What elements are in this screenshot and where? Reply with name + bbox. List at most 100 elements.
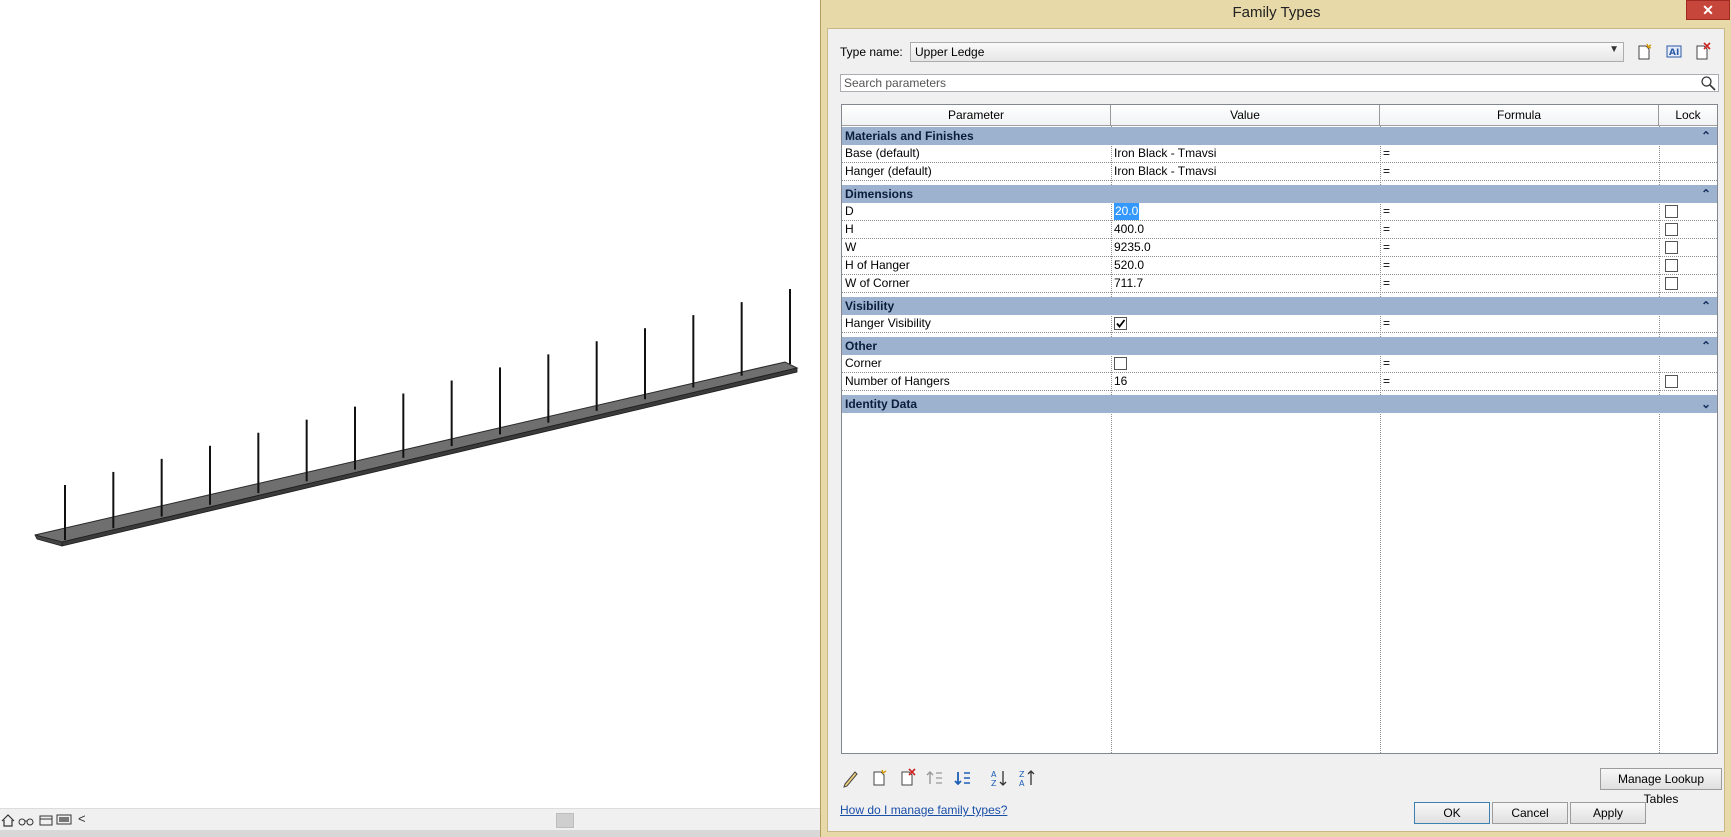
param-value[interactable]: 16 [1114,373,1127,390]
param-value[interactable]: 711.7 [1114,275,1143,292]
table-row[interactable]: Corner = [842,355,1717,373]
param-formula[interactable]: = [1383,315,1390,332]
checkmark-icon [1116,319,1126,328]
type-name-value: Upper Ledge [915,45,985,59]
group-visibility[interactable]: Visibility ⌃ [842,297,1717,315]
cancel-button[interactable]: Cancel [1492,802,1568,824]
help-link[interactable]: How do I manage family types? [840,803,1007,817]
param-formula[interactable]: = [1383,257,1390,274]
view-control-bar: < [0,808,820,830]
param-name: Hanger Visibility [845,316,931,330]
param-name: Corner [845,356,882,370]
param-name: Number of Hangers [845,374,950,388]
param-name: H of Hanger [845,258,910,272]
manage-lookup-tables-button[interactable]: Manage Lookup Tables [1600,768,1722,806]
group-dimensions[interactable]: Dimensions ⌃ [842,185,1717,203]
param-formula[interactable]: = [1383,239,1390,256]
table-row[interactable]: Hanger (default) Iron Black - Tmavsi = [842,163,1717,181]
sort-ascending-icon[interactable]: AZ [988,767,1010,789]
param-value[interactable]: Iron Black - Tmavsi [1114,163,1216,180]
apply-button[interactable]: Apply [1570,802,1646,824]
param-formula[interactable]: = [1383,355,1390,372]
param-formula[interactable]: = [1383,203,1390,220]
param-name: W of Corner [845,276,910,290]
close-button[interactable]: ✕ [1686,0,1730,20]
collapse-icon[interactable]: ⌃ [1701,127,1711,145]
move-down-icon[interactable] [952,767,974,789]
lock-checkbox[interactable] [1665,277,1678,290]
dialog-titlebar[interactable]: Family Types ✕ [821,0,1731,26]
svg-text:A: A [991,770,997,779]
binoculars-icon[interactable] [18,813,34,827]
lock-checkbox[interactable] [1665,259,1678,272]
dialog-title: Family Types [1232,4,1321,21]
param-value[interactable]: 520.0 [1114,257,1144,274]
table-row[interactable]: W of Corner 711.7 = [842,275,1717,293]
param-formula[interactable]: = [1383,163,1390,180]
table-row[interactable]: Base (default) Iron Black - Tmavsi = [842,145,1717,163]
delete-parameter-icon[interactable] [896,767,918,789]
param-value-input[interactable]: 20.0 [1114,203,1140,220]
param-formula[interactable]: = [1383,373,1390,390]
hanger-visibility-checkbox[interactable] [1114,317,1127,330]
param-formula[interactable]: = [1383,221,1390,238]
new-parameter-icon[interactable] [868,767,890,789]
type-name-dropdown[interactable]: Upper Ledge ▼ [910,42,1624,62]
scroll-left-arrow[interactable]: < [78,812,86,826]
house-icon[interactable] [0,813,16,827]
delete-type-icon[interactable] [1691,42,1713,62]
column-header-parameter[interactable]: Parameter [842,105,1111,126]
sort-descending-icon[interactable]: ZA [1016,767,1038,789]
ok-button[interactable]: OK [1414,802,1490,824]
dialog-body: Type name: Upper Ledge ▼ AI Search param… [827,28,1725,832]
param-value[interactable]: Iron Black - Tmavsi [1114,145,1216,162]
group-label: Dimensions [845,187,914,201]
table-row[interactable]: H 400.0 = [842,221,1717,239]
search-parameters-input[interactable]: Search parameters [840,74,1719,92]
group-label: Identity Data [845,397,918,411]
param-formula[interactable]: = [1383,145,1390,162]
table-row[interactable]: W 9235.0 = [842,239,1717,257]
column-header-lock[interactable]: Lock [1659,105,1717,126]
column-header-value[interactable]: Value [1111,105,1380,126]
lock-checkbox[interactable] [1665,223,1678,236]
monitor-icon[interactable] [56,813,72,827]
collapse-icon[interactable]: ⌃ [1701,185,1711,203]
collapse-icon[interactable]: ⌃ [1701,337,1711,355]
table-row[interactable]: H of Hanger 520.0 = [842,257,1717,275]
param-formula[interactable]: = [1383,275,1390,292]
type-name-label: Type name: [840,45,903,59]
param-name: W [845,240,857,254]
param-value[interactable]: 400.0 [1114,221,1144,238]
table-row[interactable]: Hanger Visibility = [842,315,1717,333]
table-row[interactable]: D 20.0 = [842,203,1717,221]
expand-icon[interactable]: ⌄ [1701,395,1711,413]
param-value[interactable]: 9235.0 [1114,239,1151,256]
group-label: Materials and Finishes [845,129,974,143]
horizontal-scrollbar-thumb[interactable] [556,813,574,828]
corner-checkbox[interactable] [1114,357,1127,370]
edit-parameter-icon[interactable] [840,767,862,789]
new-type-icon[interactable] [1633,42,1655,62]
lock-checkbox[interactable] [1665,375,1678,388]
group-identity-data[interactable]: Identity Data ⌄ [842,395,1717,413]
group-other[interactable]: Other ⌃ [842,337,1717,355]
search-placeholder: Search parameters [844,76,947,90]
lock-checkbox[interactable] [1665,241,1678,254]
rename-type-icon[interactable]: AI [1663,42,1685,62]
svg-text:AI: AI [1669,48,1679,58]
table-row[interactable]: Number of Hangers 16 = [842,373,1717,391]
param-name: D [845,204,854,218]
model-viewport[interactable]: < [0,0,820,837]
collapse-icon[interactable]: ⌃ [1701,297,1711,315]
parameters-table: Parameter Value Formula Lock Materials a… [841,104,1718,754]
frame-icon[interactable] [38,813,54,827]
search-icon[interactable] [1700,75,1716,91]
table-header: Parameter Value Formula Lock [842,105,1717,126]
column-header-formula[interactable]: Formula [1380,105,1659,126]
group-materials-and-finishes[interactable]: Materials and Finishes ⌃ [842,127,1717,145]
group-label: Visibility [845,299,895,313]
lock-checkbox[interactable] [1665,205,1678,218]
family-types-dialog: Family Types ✕ Type name: Upper Ledge ▼ … [820,0,1731,837]
move-up-icon[interactable] [924,767,946,789]
